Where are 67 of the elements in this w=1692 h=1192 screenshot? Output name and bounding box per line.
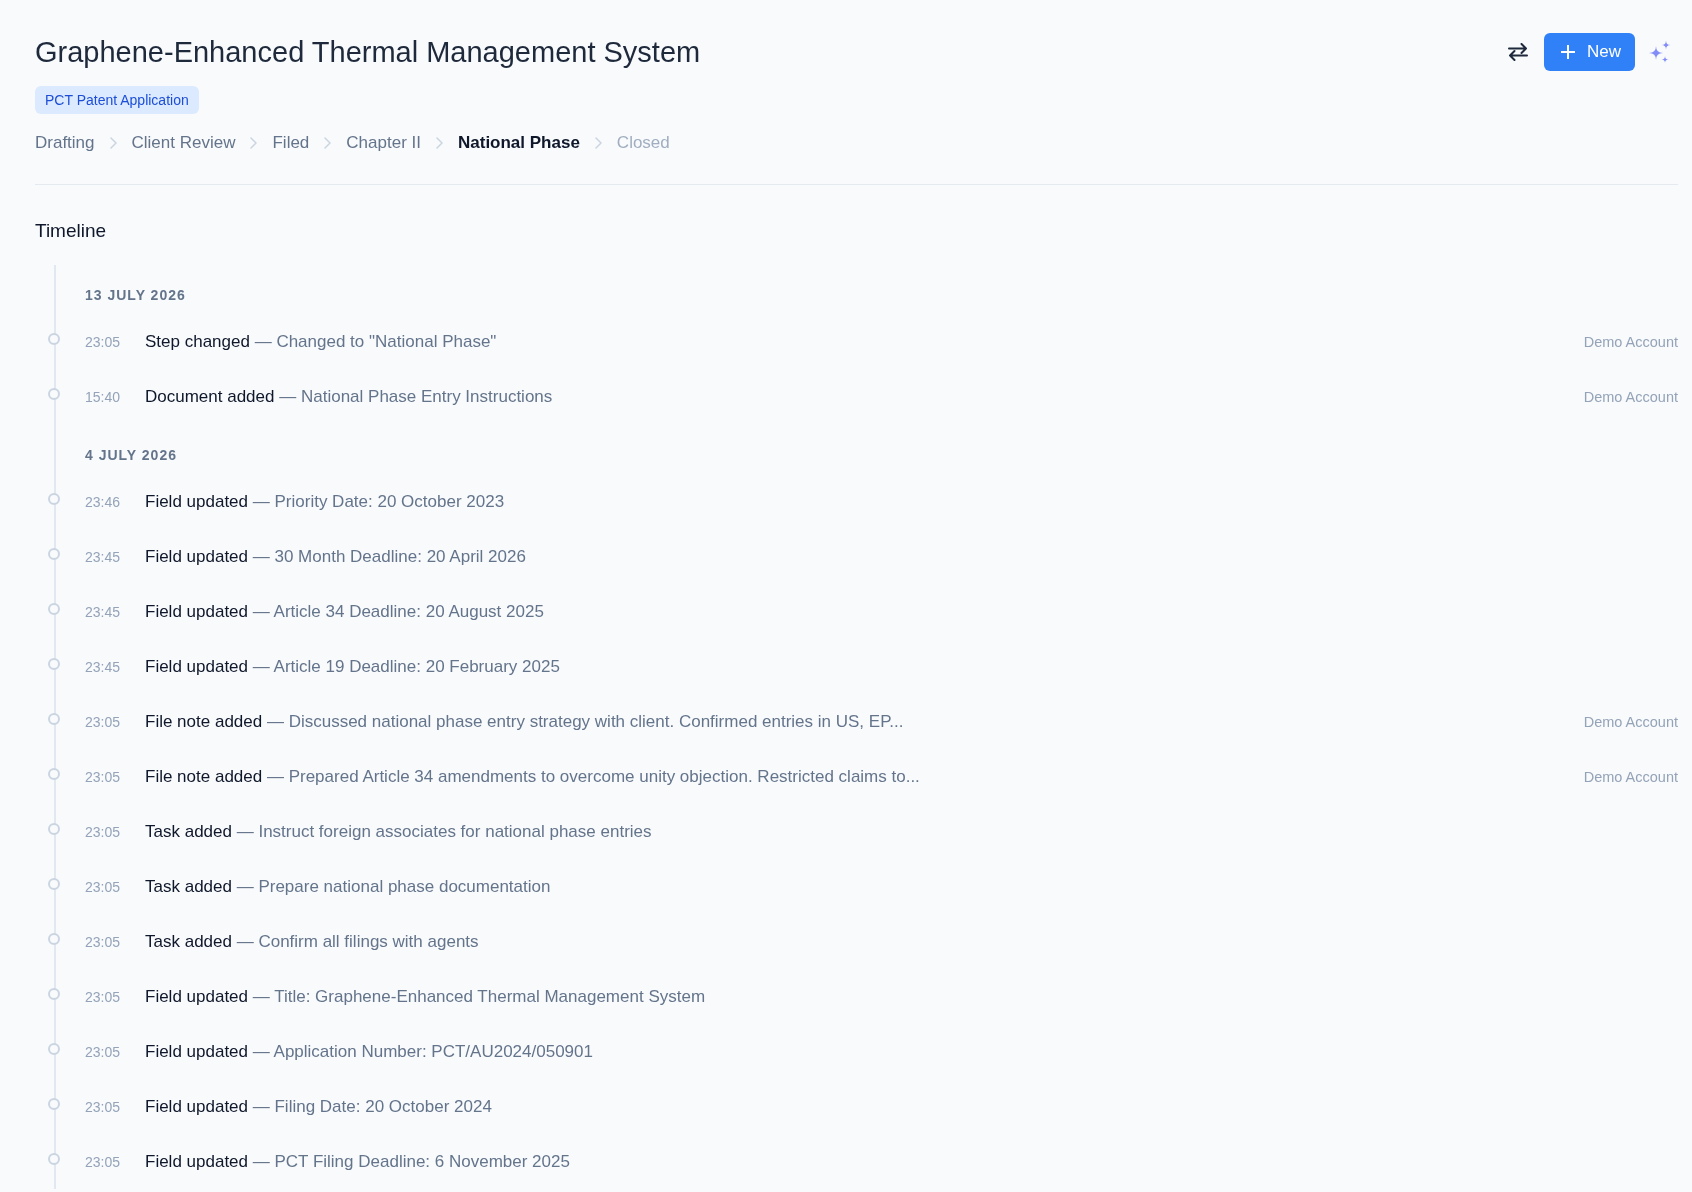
event-time: 23:05 — [85, 768, 122, 785]
page-title: Graphene-Enhanced Thermal Management System — [35, 35, 701, 70]
event-time: 23:05 — [85, 1043, 122, 1060]
event-text: Document added — National Phase Entry Instructions — [145, 386, 553, 407]
event-text: Step changed — Changed to "National Phase" — [145, 331, 497, 352]
event-time: 23:05 — [85, 1153, 122, 1170]
event-user: Demo Account — [1583, 333, 1678, 350]
section-title: Timeline — [35, 219, 107, 243]
event-text: Field updated — Application Number: PCT/AU2024/050901 — [145, 1041, 593, 1062]
timeline-ring-icon — [48, 1043, 60, 1055]
timeline-ring-icon — [48, 933, 60, 945]
step-item[interactable]: Chapter II — [346, 131, 421, 155]
timeline-ring-icon — [48, 1153, 60, 1165]
timeline-ring-icon — [48, 988, 60, 1000]
event-text: Field updated — 30 Month Deadline: 20 April 2026 — [145, 546, 526, 567]
event-time: 23:05 — [85, 988, 122, 1005]
plus-icon — [1561, 45, 1575, 59]
chevron-icon — [594, 137, 602, 149]
event-text: File note added — Discussed national phase entry strategy with client. Confirmed entries in US, EP... — [145, 711, 904, 732]
timeline-ring-icon — [48, 603, 60, 615]
timeline-ring-icon — [48, 713, 60, 725]
event-text: Task added — Prepare national phase documentation — [145, 876, 551, 897]
event-time: 23:46 — [85, 493, 122, 510]
event-text: File note added — Prepared Article 34 amendments to overcome unity objection. Restricted claims to... — [145, 766, 920, 787]
chevron-icon — [109, 137, 117, 149]
timeline-ring-icon — [48, 768, 60, 780]
event-time: 23:45 — [85, 603, 122, 620]
event-text: Field updated — Article 19 Deadline: 20 February 2025 — [145, 656, 560, 677]
date-heading: 4 JULY 2026 — [85, 446, 177, 464]
timeline-ring-icon — [48, 388, 60, 400]
chevron-icon — [324, 137, 332, 149]
date-heading: 13 JULY 2026 — [85, 286, 186, 304]
event-user: Demo Account — [1583, 768, 1678, 785]
timeline-ring-icon — [48, 658, 60, 670]
timeline-ring-icon — [48, 493, 60, 505]
event-text: Field updated — Title: Graphene-Enhanced Thermal Management System — [145, 986, 706, 1007]
event-time: 23:05 — [85, 823, 122, 840]
event-time: 23:05 — [85, 1098, 122, 1115]
timeline-ring-icon — [48, 333, 60, 345]
timeline-ring-icon — [48, 823, 60, 835]
timeline-ring-icon — [48, 1098, 60, 1110]
swap-icon[interactable] — [1507, 43, 1529, 61]
step-item[interactable]: Filed — [272, 131, 310, 155]
event-time: 15:40 — [85, 388, 122, 405]
event-text: Field updated — Priority Date: 20 October 2023 — [145, 491, 505, 512]
event-time: 23:45 — [85, 548, 122, 565]
step-item[interactable]: National Phase — [458, 131, 580, 155]
step-item[interactable]: Client Review — [131, 131, 236, 155]
step-item[interactable]: Drafting — [35, 131, 95, 155]
event-time: 23:05 — [85, 933, 122, 950]
event-user: Demo Account — [1583, 388, 1678, 405]
timeline-ring-icon — [48, 548, 60, 560]
event-time: 23:05 — [85, 878, 122, 895]
event-time: 23:45 — [85, 658, 122, 675]
event-text: Task added — Instruct foreign associates for national phase entries — [145, 821, 652, 842]
event-text: Task added — Confirm all filings with agents — [145, 931, 479, 952]
event-text: Field updated — Filing Date: 20 October 2024 — [145, 1096, 492, 1117]
event-time: 23:05 — [85, 713, 122, 730]
event-user: Demo Account — [1583, 713, 1678, 730]
timeline-ring-icon — [48, 878, 60, 890]
event-time: 23:05 — [85, 333, 122, 350]
event-text: Field updated — Article 34 Deadline: 20 August 2025 — [145, 601, 544, 622]
chevron-icon — [436, 137, 443, 149]
application-type-tag: PCT Patent Application — [35, 86, 199, 114]
chevron-icon — [250, 137, 258, 149]
event-text: Field updated — PCT Filing Deadline: 6 November 2025 — [145, 1151, 570, 1172]
new-button[interactable]: New — [1544, 33, 1635, 71]
